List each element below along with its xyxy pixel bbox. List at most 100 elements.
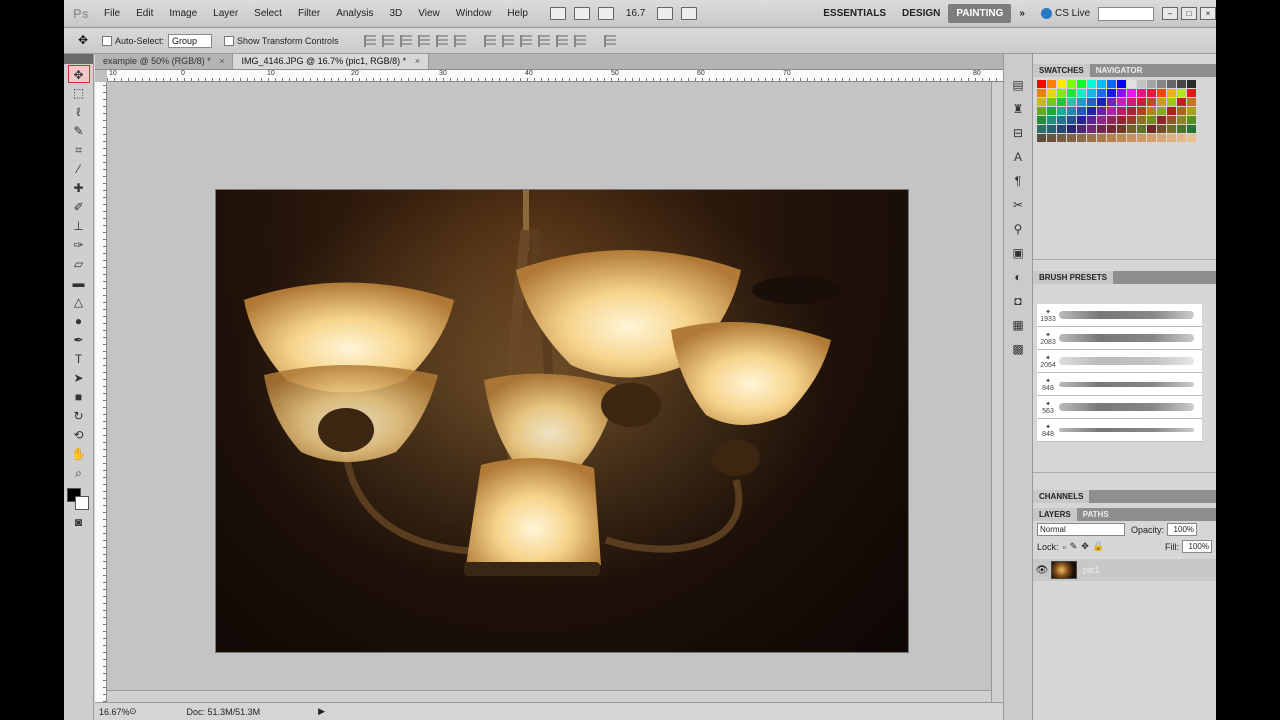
clone-source-icon[interactable]: ⚲ [1008, 220, 1028, 238]
gradient-tool-icon[interactable]: ▬ [68, 274, 90, 292]
color-swatch[interactable] [1087, 80, 1096, 88]
color-swatch[interactable] [1077, 107, 1086, 115]
brush-preset-item[interactable]: ✦ 2064 [1037, 350, 1202, 373]
color-swatch[interactable] [1137, 116, 1146, 124]
menu-view[interactable]: View [410, 0, 448, 28]
color-swatch[interactable] [1157, 116, 1166, 124]
menu-select[interactable]: Select [246, 0, 290, 28]
masks-panel-icon[interactable]: ◘ [1008, 292, 1028, 310]
color-swatch[interactable] [1117, 107, 1126, 115]
color-swatch[interactable] [1087, 89, 1096, 97]
lock-all-icon[interactable]: 🔒 [1093, 541, 1104, 552]
color-swatch[interactable] [1047, 134, 1056, 142]
distribute-vcenter-icon[interactable] [501, 34, 514, 47]
arrange-documents-icon[interactable] [657, 7, 674, 20]
color-swatch[interactable] [1187, 125, 1196, 133]
color-swatch[interactable] [1097, 80, 1106, 88]
color-swatch[interactable] [1177, 116, 1186, 124]
distribute-bottom-icon[interactable] [519, 34, 532, 47]
eraser-tool-icon[interactable]: ▱ [68, 255, 90, 273]
horizontal-scrollbar[interactable] [107, 690, 991, 702]
menu-3d[interactable]: 3D [381, 0, 410, 28]
color-swatch[interactable] [1077, 134, 1086, 142]
color-swatch[interactable] [1147, 89, 1156, 97]
3d-orbit-tool-icon[interactable]: ⟲ [68, 426, 90, 444]
color-swatch[interactable] [1117, 125, 1126, 133]
color-swatch[interactable] [1057, 134, 1066, 142]
color-swatch[interactable] [1177, 107, 1186, 115]
path-selection-tool-icon[interactable]: ➤ [68, 369, 90, 387]
background-color[interactable] [74, 496, 89, 510]
distribute-top-icon[interactable] [483, 34, 496, 47]
color-swatch[interactable] [1037, 98, 1046, 106]
color-swatch[interactable] [1067, 98, 1076, 106]
menu-help[interactable]: Help [499, 0, 536, 28]
lock-transparency-icon[interactable]: ▫ [1063, 542, 1066, 552]
color-swatch[interactable] [1147, 125, 1156, 133]
color-swatch[interactable] [1137, 80, 1146, 88]
auto-select-checkbox[interactable] [102, 35, 112, 46]
layer-row[interactable]: 👁 pic1 [1033, 559, 1216, 581]
align-top-icon[interactable] [363, 34, 376, 47]
paragraph-panel-icon[interactable]: ¶ [1008, 172, 1028, 190]
workspace-design[interactable]: DESIGN [894, 4, 948, 23]
color-swatch[interactable] [1137, 134, 1146, 142]
brush-preset-item[interactable]: ✦ 1933 [1037, 304, 1202, 327]
crop-tool-icon[interactable]: ⌗ [68, 141, 90, 159]
color-swatch[interactable] [1137, 125, 1146, 133]
color-swatch[interactable] [1107, 98, 1116, 106]
color-swatch[interactable] [1087, 116, 1096, 124]
blur-tool-icon[interactable]: △ [68, 293, 90, 311]
align-left-icon[interactable] [417, 34, 430, 47]
opacity-input[interactable]: 100% [1167, 523, 1198, 536]
color-swatch[interactable] [1167, 134, 1176, 142]
layer-name[interactable]: pic1 [1083, 565, 1100, 575]
color-swatch[interactable] [1057, 89, 1066, 97]
align-bottom-icon[interactable] [399, 34, 412, 47]
status-menu-arrow-icon[interactable]: ▶ [318, 706, 325, 717]
color-swatch[interactable] [1137, 107, 1146, 115]
type-tool-icon[interactable]: T [68, 350, 90, 368]
color-swatch[interactable] [1147, 134, 1156, 142]
auto-align-icon[interactable] [603, 34, 616, 47]
distribute-left-icon[interactable] [537, 34, 550, 47]
color-swatch[interactable] [1047, 125, 1056, 133]
more-workspaces-icon[interactable]: » [1011, 4, 1033, 23]
lock-image-icon[interactable]: ✎ [1070, 541, 1078, 552]
color-swatch[interactable] [1097, 107, 1106, 115]
color-swatch[interactable] [1157, 89, 1166, 97]
color-swatch[interactable] [1047, 98, 1056, 106]
color-swatch[interactable] [1077, 80, 1086, 88]
color-swatch[interactable] [1167, 125, 1176, 133]
color-swatch[interactable] [1107, 107, 1116, 115]
fill-input[interactable]: 100% [1182, 540, 1212, 553]
color-swatch[interactable] [1157, 134, 1166, 142]
color-swatch[interactable] [1127, 80, 1136, 88]
color-swatch[interactable] [1047, 89, 1056, 97]
color-swatch[interactable] [1057, 116, 1066, 124]
color-swatch[interactable] [1187, 107, 1196, 115]
color-swatch[interactable] [1057, 125, 1066, 133]
color-swatch[interactable] [1167, 89, 1176, 97]
eyedropper-tool-icon[interactable]: ⁄ [68, 160, 90, 178]
close-icon[interactable]: × [1200, 7, 1216, 20]
color-swatch[interactable] [1087, 134, 1096, 142]
color-swatch[interactable] [1147, 116, 1156, 124]
color-swatch[interactable] [1157, 80, 1166, 88]
color-swatch[interactable] [1067, 134, 1076, 142]
color-swatch[interactable] [1107, 80, 1116, 88]
zoom-tool-icon[interactable]: ⌕ [68, 464, 90, 482]
document-image[interactable] [216, 190, 908, 652]
color-swatch[interactable] [1067, 116, 1076, 124]
color-swatch[interactable] [1177, 89, 1186, 97]
launch-minibridge-icon[interactable] [573, 7, 590, 20]
history-panel-icon[interactable]: ▤ [1008, 76, 1028, 94]
color-swatch[interactable] [1187, 80, 1196, 88]
color-swatch[interactable] [1187, 89, 1196, 97]
tools-panel-header[interactable] [64, 54, 93, 64]
color-swatch[interactable] [1187, 116, 1196, 124]
color-swatch[interactable] [1067, 89, 1076, 97]
styles-panel-icon[interactable]: ▦ [1008, 316, 1028, 334]
close-icon[interactable]: × [219, 56, 224, 66]
color-swatch[interactable] [1107, 89, 1116, 97]
